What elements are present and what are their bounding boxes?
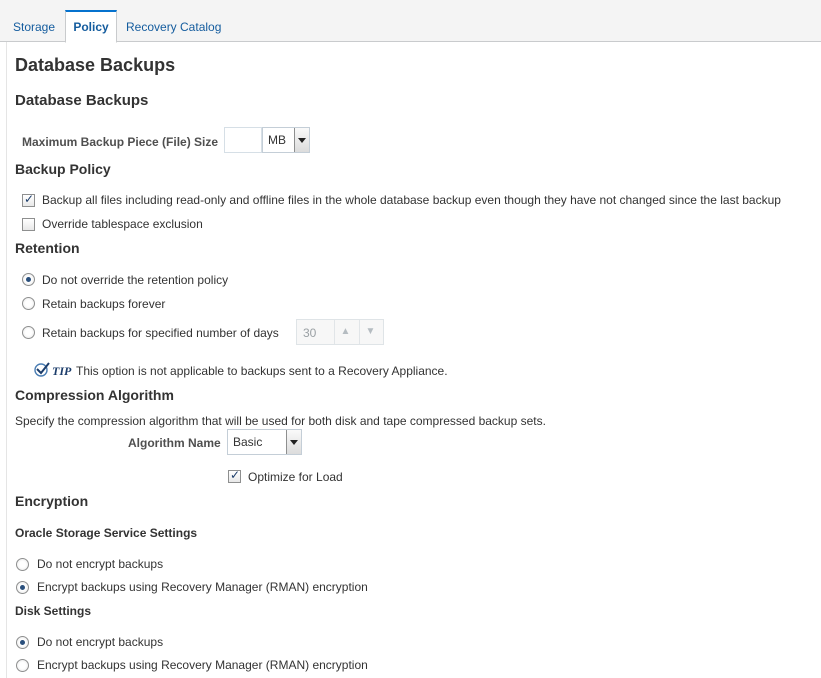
chevron-down-icon[interactable]: [286, 430, 301, 454]
tip-check-icon: [34, 362, 50, 377]
tab-storage[interactable]: Storage: [13, 10, 55, 41]
tip-label: TIP: [52, 364, 72, 378]
retention-option-forever-radio[interactable]: [22, 297, 35, 310]
max-piece-label: Maximum Backup Piece (File) Size: [22, 135, 219, 149]
max-piece-unit-select[interactable]: MB: [262, 127, 310, 153]
encryption-title: Encryption: [15, 493, 89, 509]
override-tablespace-checkbox[interactable]: [22, 218, 35, 231]
disk-no-encrypt-label: Do not encrypt backups: [37, 635, 164, 649]
retention-option-no-override-radio[interactable]: [22, 273, 35, 286]
oss-rman-encrypt-radio[interactable]: [16, 581, 29, 594]
backup-policy-title: Backup Policy: [15, 161, 111, 177]
tab-policy[interactable]: Policy: [65, 10, 117, 43]
retention-option-days-label: Retain backups for specified number of d…: [42, 326, 279, 340]
retention-title: Retention: [15, 240, 80, 256]
backup-all-files-label: Backup all files including read-only and…: [42, 193, 781, 207]
checkmark-icon: ✓: [230, 468, 241, 482]
oss-no-encrypt-label: Do not encrypt backups: [37, 557, 164, 571]
optimize-for-load-label: Optimize for Load: [248, 470, 343, 484]
backup-all-files-checkbox[interactable]: ✓: [22, 192, 35, 207]
disk-settings-title: Disk Settings: [15, 604, 92, 618]
optimize-for-load-checkbox[interactable]: ✓: [228, 468, 241, 483]
retention-days-value: 30: [303, 326, 317, 340]
disk-rman-encrypt-label: Encrypt backups using Recovery Manager (…: [37, 658, 368, 672]
policy-panel: Database Backups Database Backups Maximu…: [0, 42, 821, 678]
compression-title: Compression Algorithm: [15, 387, 174, 403]
section-title: Database Backups: [15, 92, 149, 109]
max-piece-unit-value: MB: [268, 133, 286, 147]
retention-option-days-radio[interactable]: [22, 326, 35, 339]
oracle-storage-settings-title: Oracle Storage Service Settings: [15, 526, 198, 540]
chevron-down-icon[interactable]: [294, 128, 309, 152]
retention-days-stepper[interactable]: 30 ▲ ▼: [296, 319, 384, 345]
algorithm-name-select[interactable]: Basic: [227, 429, 302, 455]
retention-option-no-override-label: Do not override the retention policy: [42, 273, 229, 287]
chevron-down-icon[interactable]: ▼: [359, 320, 381, 344]
override-tablespace-label: Override tablespace exclusion: [42, 217, 203, 231]
disk-rman-encrypt-radio[interactable]: [16, 659, 29, 672]
disk-no-encrypt-radio[interactable]: [16, 636, 29, 649]
checkmark-icon: ✓: [24, 192, 35, 206]
tab-recovery-catalog[interactable]: Recovery Catalog: [126, 10, 221, 41]
oss-no-encrypt-radio[interactable]: [16, 558, 29, 571]
max-piece-size-input[interactable]: [224, 127, 262, 153]
oss-rman-encrypt-label: Encrypt backups using Recovery Manager (…: [37, 580, 368, 594]
algorithm-name-value: Basic: [233, 435, 263, 449]
chevron-up-icon[interactable]: ▲: [334, 320, 356, 344]
tip-text: This option is not applicable to backups…: [76, 364, 448, 378]
tab-bar: Storage Policy Recovery Catalog: [0, 0, 821, 43]
retention-option-forever-label: Retain backups forever: [42, 297, 166, 311]
compression-description: Specify the compression algorithm that w…: [15, 414, 546, 428]
page-title: Database Backups: [15, 55, 176, 75]
algorithm-name-label: Algorithm Name: [128, 436, 221, 450]
